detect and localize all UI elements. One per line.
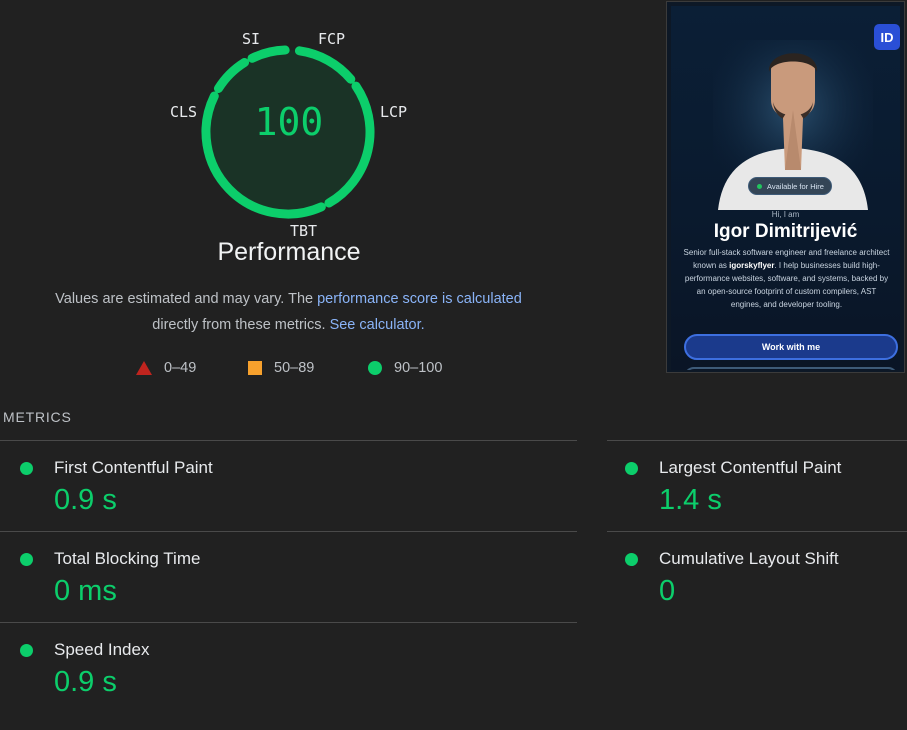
triangle-icon: [136, 361, 152, 375]
divider: [0, 531, 577, 532]
final-screenshot-thumbnail[interactable]: ID Available for Hire Hi, I am Igor Dimi…: [666, 1, 905, 373]
gauge-label-cls: CLS: [170, 103, 198, 121]
performance-score: 100: [254, 100, 324, 144]
work-with-me-button: Work with me: [684, 334, 898, 360]
metric-label: First Contentful Paint: [54, 458, 213, 477]
score-description: Values are estimated and may vary. The p…: [30, 286, 547, 338]
availability-label: Available for Hire: [767, 181, 824, 191]
metric-first-contentful-paint: First Contentful Paint 0.9 s: [20, 458, 320, 548]
description-text-2: directly from these metrics.: [152, 317, 330, 333]
divider: [0, 622, 577, 623]
description-text-1: Values are estimated and may vary. The: [55, 291, 318, 307]
pass-circle-icon: [20, 553, 33, 566]
gauge-label-si: SI: [242, 30, 261, 48]
metric-label: Largest Contentful Paint: [659, 458, 842, 477]
metric-label: Cumulative Layout Shift: [659, 549, 839, 568]
metric-label: Speed Index: [54, 640, 150, 659]
see-calculator-link[interactable]: See calculator.: [330, 317, 425, 333]
legend-fail: 0–49: [136, 360, 196, 376]
metric-label: Total Blocking Time: [54, 549, 201, 568]
score-legend: 0–49 50–89 90–100: [0, 360, 560, 380]
metric-value: 0: [659, 575, 676, 607]
divider: [607, 531, 907, 532]
pass-circle-icon: [625, 553, 638, 566]
secondary-button: [684, 367, 898, 370]
metric-value: 1.4 s: [659, 484, 722, 516]
legend-average: 50–89: [248, 360, 314, 376]
performance-score-link[interactable]: performance score is calculated: [317, 291, 522, 307]
legend-average-label: 50–89: [274, 360, 315, 376]
legend-fail-label: 0–49: [164, 360, 197, 376]
metric-value: 0 ms: [54, 575, 117, 607]
pass-circle-icon: [625, 462, 638, 475]
divider: [0, 440, 577, 441]
pass-circle-icon: [20, 644, 33, 657]
metric-speed-index: Speed Index 0.9 s: [20, 640, 320, 730]
bio-handle: igorskyflyer: [729, 261, 775, 270]
gauge-label-fcp: FCP: [318, 30, 346, 48]
logo: ID: [874, 24, 900, 50]
circle-icon: [368, 361, 382, 375]
metric-total-blocking-time: Total Blocking Time 0 ms: [20, 549, 320, 639]
status-dot-icon: [757, 183, 762, 189]
metric-value: 0.9 s: [54, 666, 117, 698]
divider: [607, 440, 907, 441]
availability-badge: Available for Hire: [748, 177, 832, 195]
performance-title: Performance: [217, 238, 361, 266]
pass-circle-icon: [20, 462, 33, 475]
profile-name: Igor Dimitrijević: [713, 221, 858, 242]
metric-value: 0.9 s: [54, 484, 117, 516]
legend-pass-label: 90–100: [394, 360, 443, 376]
profile-bio: Senior full-stack software engineer and …: [681, 246, 892, 311]
metric-largest-contentful-paint: Largest Contentful Paint 1.4 s: [625, 458, 907, 548]
legend-pass: 90–100: [368, 360, 442, 376]
metric-cumulative-layout-shift: Cumulative Layout Shift 0: [625, 549, 907, 639]
metrics-title: METRICS: [3, 409, 72, 425]
thumbnail-page: ID Available for Hire Hi, I am Igor Dimi…: [671, 6, 900, 370]
square-icon: [248, 361, 262, 375]
gauge-label-lcp: LCP: [380, 103, 408, 121]
greeting: Hi, I am: [771, 210, 800, 219]
